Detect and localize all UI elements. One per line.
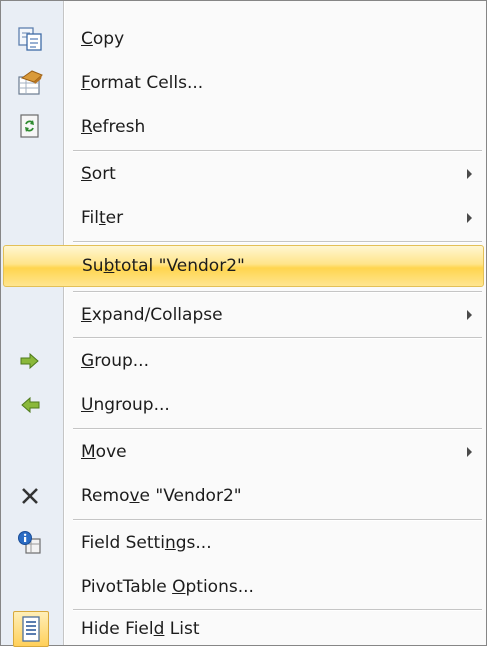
context-menu: Copy Format Cells... Refresh Sort Filter…	[0, 0, 487, 647]
submenu-arrow-icon	[467, 310, 472, 320]
menu-separator	[73, 337, 482, 339]
submenu-arrow-icon	[467, 447, 472, 457]
menu-item-filter[interactable]: Filter	[3, 198, 484, 238]
menu-item-label: Subtotal "Vendor2"	[82, 256, 245, 276]
menu-separator	[73, 291, 482, 293]
menu-separator	[73, 519, 482, 521]
menu-item-label: Format Cells...	[81, 73, 204, 93]
refresh-icon	[15, 112, 45, 142]
menu-item-label: Expand/Collapse	[81, 305, 223, 325]
menu-item-subtotal[interactable]: Subtotal "Vendor2"	[3, 245, 484, 287]
menu-item-label: Filter	[81, 208, 124, 228]
menu-item-hide-field-list[interactable]: Hide Field List	[3, 611, 484, 647]
menu-item-label: Field Settings...	[81, 533, 212, 553]
menu-separator	[73, 241, 482, 243]
menu-item-label: Copy	[81, 29, 125, 49]
menu-item-label: Hide Field List	[81, 619, 200, 639]
menu-item-label: Sort	[81, 164, 116, 184]
menu-item-refresh[interactable]: Refresh	[3, 107, 484, 147]
field-settings-icon	[15, 528, 45, 558]
menu-separator	[73, 609, 482, 611]
menu-item-label: PivotTable Options...	[81, 577, 254, 597]
remove-x-icon	[15, 481, 45, 511]
menu-item-label: Remove "Vendor2"	[81, 486, 242, 506]
menu-item-label: Refresh	[81, 117, 146, 137]
menu-item-ungroup[interactable]: Ungroup...	[3, 385, 484, 425]
copy-icon	[15, 24, 45, 54]
group-arrow-icon	[15, 346, 45, 376]
menu-item-label: Ungroup...	[81, 395, 170, 415]
menu-item-move[interactable]: Move	[3, 432, 484, 472]
menu-item-format-cells[interactable]: Format Cells...	[3, 63, 484, 103]
submenu-arrow-icon	[467, 213, 472, 223]
menu-item-field-settings[interactable]: Field Settings...	[3, 523, 484, 563]
menu-item-label: Group...	[81, 351, 149, 371]
menu-item-copy[interactable]: Copy	[3, 19, 484, 59]
submenu-arrow-icon	[467, 169, 472, 179]
menu-item-pivottable-options[interactable]: PivotTable Options...	[3, 567, 484, 607]
menu-separator	[73, 428, 482, 430]
ungroup-arrow-icon	[15, 390, 45, 420]
menu-item-group[interactable]: Group...	[3, 341, 484, 381]
menu-item-expand-collapse[interactable]: Expand/Collapse	[3, 295, 484, 335]
menu-item-remove[interactable]: Remove "Vendor2"	[3, 476, 484, 516]
menu-separator	[73, 150, 482, 152]
field-list-icon	[13, 611, 49, 647]
menu-item-label: Move	[81, 442, 127, 462]
menu-item-sort[interactable]: Sort	[3, 154, 484, 194]
format-cells-icon	[15, 68, 45, 98]
